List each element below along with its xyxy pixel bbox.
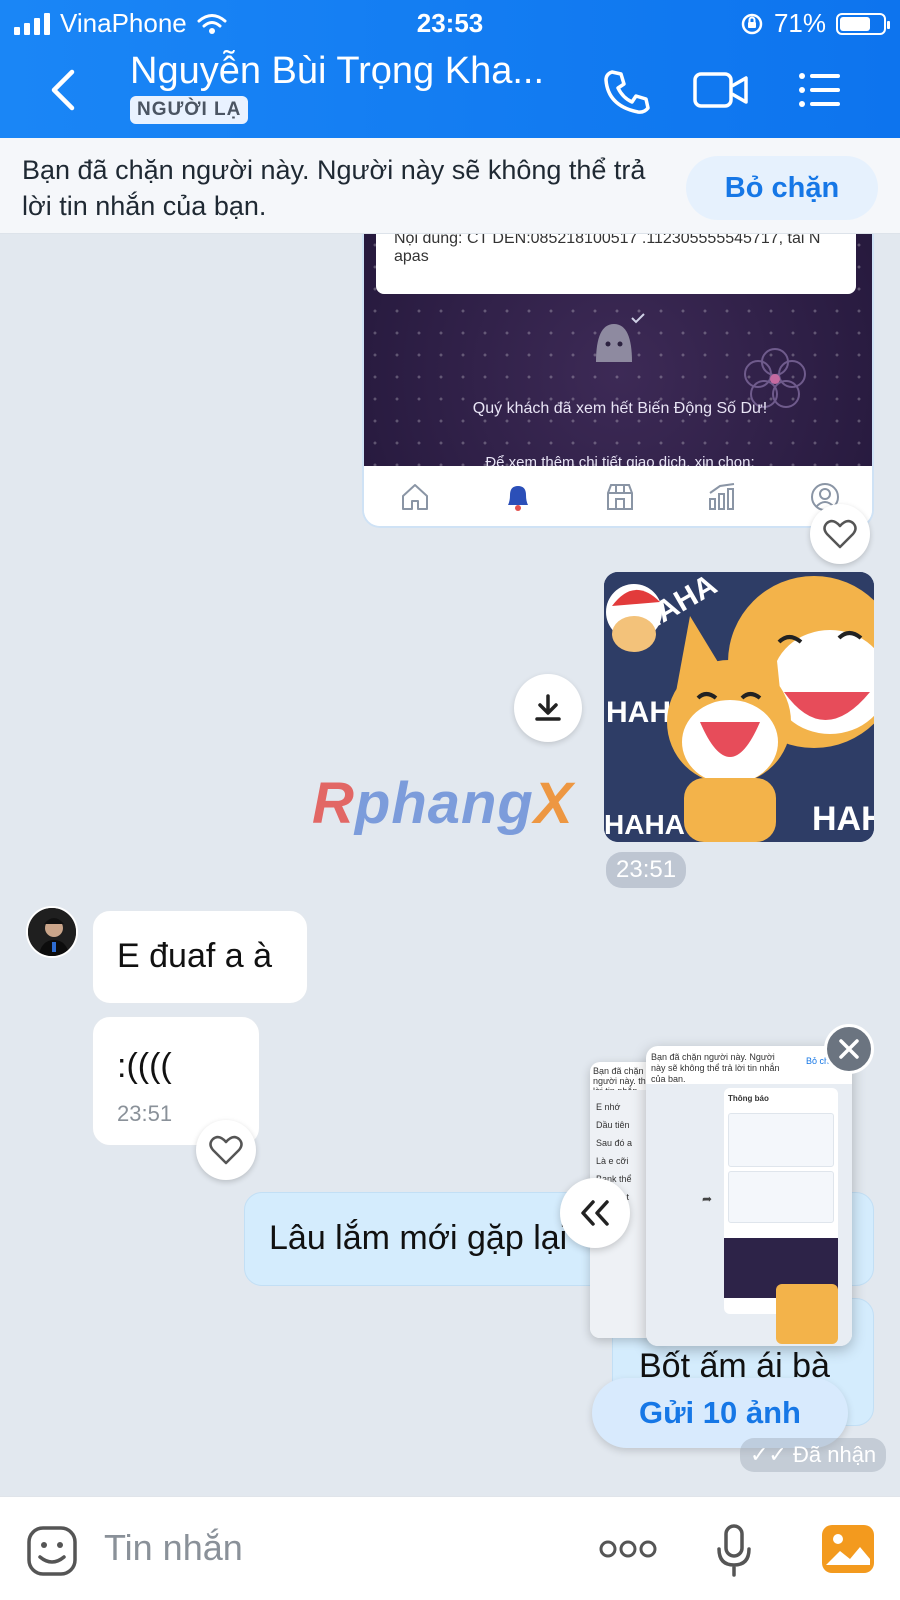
video-call-icon[interactable] [692,66,750,114]
share-arrow-icon: ➦ [702,1192,713,1206]
battery-percent: 71% [773,8,826,38]
watermark-logo: RphangX [312,771,574,836]
chevron-left-icon[interactable] [44,66,84,114]
message-input[interactable]: Tin nhắn [104,1527,243,1569]
message-text: Lâu lắm mới gặp lại [269,1219,568,1257]
microphone-icon[interactable] [714,1523,754,1579]
image-gallery-icon[interactable] [820,1523,876,1575]
stranger-badge: NGƯỜI LẠ [130,96,249,124]
message-text: :(((( [117,1047,172,1085]
download-icon [535,694,561,721]
heart-icon [823,519,857,549]
screenshot-image-message[interactable]: Nội dung: CT DEN:085218100517 .112305555… [362,234,874,528]
contact-name[interactable]: Nguyễn Bùi Trọng Kha... [130,50,544,93]
screenshot-preview-front[interactable]: Bạn đã chặn người này. Người này sẽ khôn… [646,1046,852,1346]
store-icon [606,484,633,510]
transaction-card: Nội dung: CT DEN:085218100517 .112305555… [376,234,856,294]
bell-mascot-icon [596,313,645,362]
card-text-2: apas [394,248,429,265]
svg-text:HAHA: HAHA [604,809,685,840]
avatar[interactable] [26,906,78,958]
battery-icon [836,12,890,35]
rotation-lock-icon [741,13,763,34]
stats-icon [709,483,735,510]
download-button[interactable] [514,674,582,742]
received-status: ✓✓ Đã nhận [740,1438,887,1472]
bell-icon [507,486,528,511]
screenshot-tabbar [364,466,872,526]
sticker-emoji-icon[interactable] [26,1525,78,1577]
unblock-button[interactable]: Bỏ chặn [686,156,878,220]
message-input-bar: Tin nhắn [0,1496,900,1600]
sticker-timestamp: 23:51 [606,852,687,888]
avatar-photo [28,908,76,956]
more-options-icon[interactable] [598,1537,658,1561]
message-text: E đuaf a à [117,937,273,975]
laughing-dog-sticker: HAHA HAHA HAHA HAHA [604,572,874,842]
menu-list-icon[interactable] [796,66,844,114]
preview-title: Thông báo [728,1094,769,1103]
blocked-banner: Bạn đã chặn người này. Người này sẽ khôn… [0,138,900,234]
sticker-image[interactable]: HAHA HAHA HAHA HAHA [604,572,874,842]
react-heart-button[interactable] [810,504,870,564]
no-more-message: Quý khách đã xem hết Biến Động Số Dư! [472,400,768,417]
close-icon [839,1039,859,1059]
close-preview-button[interactable] [824,1024,874,1074]
message-time: 23:51 [117,1101,173,1126]
status-bar: VinaPhone 23:53 71% [0,8,900,44]
svg-text:HAHA: HAHA [812,800,874,838]
react-heart-button[interactable] [196,1120,256,1180]
collapse-preview-button[interactable] [560,1178,630,1248]
heart-icon [209,1135,243,1165]
home-icon [402,484,429,510]
message-bubble-in[interactable]: E đuaf a à [92,910,308,1004]
card-text: Nội dung: CT DEN:085218100517 .112305555… [394,234,821,247]
blocked-message: Bạn đã chặn người này. Người này sẽ khôn… [22,155,646,221]
phone-call-icon[interactable] [602,66,650,114]
double-chevron-left-icon [581,1200,609,1226]
chat-header: VinaPhone 23:53 71% Nguyễn Bùi Trọng Kha… [0,0,900,138]
preview-front-header: Bạn đã chặn người này. Người này sẽ khôn… [651,1052,780,1082]
